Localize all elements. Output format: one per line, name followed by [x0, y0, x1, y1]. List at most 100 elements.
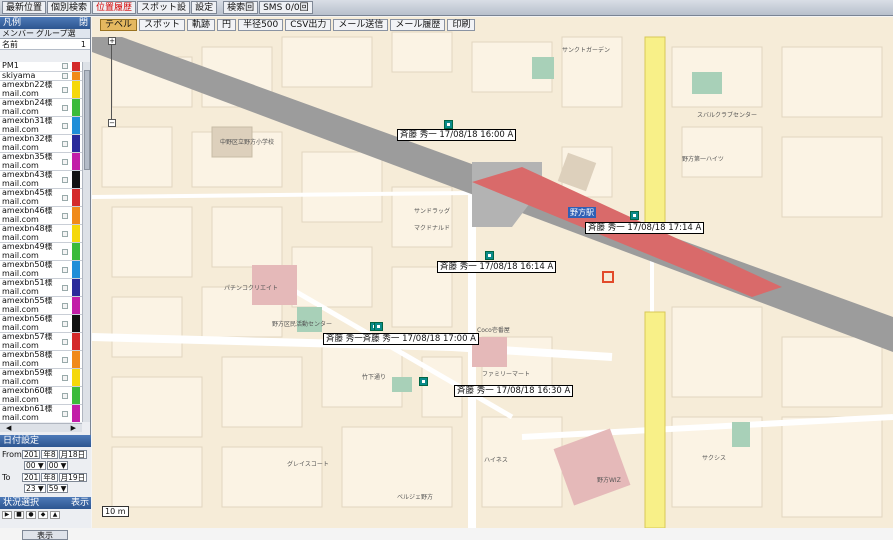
status-train-icon[interactable]: ◆: [38, 511, 48, 519]
from-minute-select[interactable]: 00 ▼: [46, 461, 69, 470]
status-stop-icon[interactable]: ■: [14, 511, 24, 519]
poi-label: 野方WIZ: [597, 477, 621, 484]
member-color-swatch: [72, 189, 80, 206]
to-year-select[interactable]: 201: [22, 473, 41, 482]
member-row[interactable]: amexbn35様mail.com: [0, 153, 82, 171]
member-checkbox[interactable]: [58, 117, 72, 134]
position-callout[interactable]: 斉藤 秀一 17/08/18 16:00 A: [397, 129, 517, 141]
spot-settings-button[interactable]: スポット設: [137, 1, 191, 14]
from-year-select[interactable]: 201: [22, 450, 41, 459]
from-month-select[interactable]: 年8: [41, 450, 58, 459]
member-checkbox[interactable]: [58, 171, 72, 188]
location-pin-icon[interactable]: [485, 251, 494, 260]
member-checkbox[interactable]: [58, 261, 72, 278]
map-tool-mail-history-button[interactable]: メール履歴: [390, 19, 446, 31]
location-pin-icon[interactable]: [444, 120, 453, 129]
map-tool-csv-export-button[interactable]: CSV出力: [285, 19, 332, 31]
map-tool-print-button[interactable]: 印刷: [447, 19, 476, 31]
member-checkbox[interactable]: [58, 81, 72, 98]
scroll-left-icon[interactable]: ◀: [6, 424, 11, 432]
member-checkbox[interactable]: [58, 387, 72, 404]
member-checkbox[interactable]: [58, 405, 72, 422]
status-other-icon[interactable]: ▲: [50, 511, 60, 519]
member-checkbox[interactable]: [58, 99, 72, 116]
map-tool-radius-button[interactable]: 半径500: [238, 19, 284, 31]
member-checkbox[interactable]: [58, 279, 72, 296]
individual-search-button[interactable]: 個別検索: [47, 1, 92, 14]
member-row[interactable]: amexbn60様mail.com: [0, 387, 82, 405]
scrollbar-thumb[interactable]: [84, 70, 90, 170]
member-color-swatch: [72, 261, 80, 278]
member-checkbox[interactable]: [58, 153, 72, 170]
member-checkbox[interactable]: [58, 315, 72, 332]
member-checkbox[interactable]: [58, 369, 72, 386]
position-history-button[interactable]: 位置履歴: [92, 1, 137, 14]
zoom-in-icon[interactable]: +: [108, 37, 116, 45]
settings-button[interactable]: 設定: [191, 1, 218, 14]
from-hour-select[interactable]: 00 ▼: [24, 461, 46, 470]
position-callout[interactable]: 斉藤 秀一斉藤 秀一 17/08/18 17:00 A: [323, 333, 479, 345]
member-checkbox[interactable]: [58, 135, 72, 152]
tab-group[interactable]: グループ選: [34, 29, 76, 38]
map-tool-circle-button[interactable]: 円: [217, 19, 237, 31]
member-checkbox[interactable]: [58, 62, 72, 71]
map-tool-track-button[interactable]: 軌跡: [187, 19, 216, 31]
member-list-hscrollbar[interactable]: ◀ ▶: [0, 423, 82, 432]
member-checkbox[interactable]: [58, 333, 72, 350]
scroll-right-icon[interactable]: ▶: [71, 424, 76, 432]
to-hour-select[interactable]: 23 ▼: [24, 484, 46, 493]
map-view[interactable]: テベル スポット 軌跡円半径500 CSV出力 メール送信 メール履歴 印刷 + − 野方駅…: [92, 17, 893, 528]
member-row[interactable]: amexbn46様mail.com: [0, 207, 82, 225]
member-row[interactable]: amexbn49様mail.com: [0, 243, 82, 261]
target-marker-icon[interactable]: [602, 271, 614, 283]
member-checkbox[interactable]: [58, 189, 72, 206]
latest-position-button[interactable]: 最新位置: [2, 1, 47, 14]
map-tool-mail-send-button[interactable]: メール送信: [333, 19, 389, 31]
member-row[interactable]: amexbn51様mail.com: [0, 279, 82, 297]
zoom-out-icon[interactable]: −: [108, 119, 116, 127]
member-list-scrollbar[interactable]: [82, 62, 90, 422]
member-checkbox[interactable]: [58, 72, 72, 81]
member-row[interactable]: amexbn43様mail.com: [0, 171, 82, 189]
member-checkbox[interactable]: [58, 225, 72, 242]
position-callout[interactable]: 斉藤 秀一 17/08/18 17:14 A: [585, 222, 705, 234]
member-row[interactable]: amexbn59様mail.com: [0, 369, 82, 387]
location-pin-icon[interactable]: [374, 322, 383, 331]
to-minute-select[interactable]: 59 ▼: [46, 484, 69, 493]
legend-close-button[interactable]: 閉: [79, 17, 88, 29]
member-row[interactable]: amexbn45様mail.com: [0, 189, 82, 207]
member-checkbox[interactable]: [58, 297, 72, 314]
to-month-select[interactable]: 年8: [41, 473, 58, 482]
poi-label: ハイネス: [484, 457, 508, 464]
map-tool-level-button[interactable]: テベル: [100, 19, 138, 31]
member-row[interactable]: amexbn48様mail.com: [0, 225, 82, 243]
tab-member[interactable]: メンバー: [0, 29, 34, 38]
map-tool-spot-button[interactable]: スポット: [139, 19, 186, 31]
member-row[interactable]: amexbn55様mail.com: [0, 297, 82, 315]
zoom-slider[interactable]: + −: [106, 37, 118, 127]
member-checkbox[interactable]: [58, 207, 72, 224]
member-checkbox[interactable]: [58, 243, 72, 260]
member-row[interactable]: amexbn24様mail.com: [0, 99, 82, 117]
status-car-icon[interactable]: ●: [26, 511, 36, 519]
member-row[interactable]: amexbn61様mail.com: [0, 405, 82, 422]
member-row[interactable]: amexbn50様mail.com: [0, 261, 82, 279]
position-callout[interactable]: 斉藤 秀一 17/08/18 16:14 A: [437, 261, 557, 273]
member-row[interactable]: amexbn22様mail.com: [0, 81, 82, 99]
member-row[interactable]: amexbn31様mail.com: [0, 117, 82, 135]
member-row[interactable]: amexbn56様mail.com: [0, 315, 82, 333]
member-row[interactable]: amexbn58様mail.com: [0, 351, 82, 369]
show-button[interactable]: 表示: [22, 530, 68, 540]
location-pin-icon[interactable]: [419, 377, 428, 386]
member-row[interactable]: amexbn57様mail.com: [0, 333, 82, 351]
to-day-select[interactable]: 月19日: [58, 473, 88, 482]
member-row[interactable]: amexbn32様mail.com: [0, 135, 82, 153]
status-walk-icon[interactable]: ▶: [2, 511, 12, 519]
member-row[interactable]: skiyama: [0, 71, 82, 81]
position-callout[interactable]: 斉藤 秀一 17/08/18 16:30 A: [454, 385, 574, 397]
location-pin-icon[interactable]: [630, 211, 639, 220]
zoom-track[interactable]: [111, 43, 112, 123]
member-checkbox[interactable]: [58, 351, 72, 368]
from-day-select[interactable]: 月18日: [58, 450, 88, 459]
member-row[interactable]: PM1: [0, 62, 82, 72]
